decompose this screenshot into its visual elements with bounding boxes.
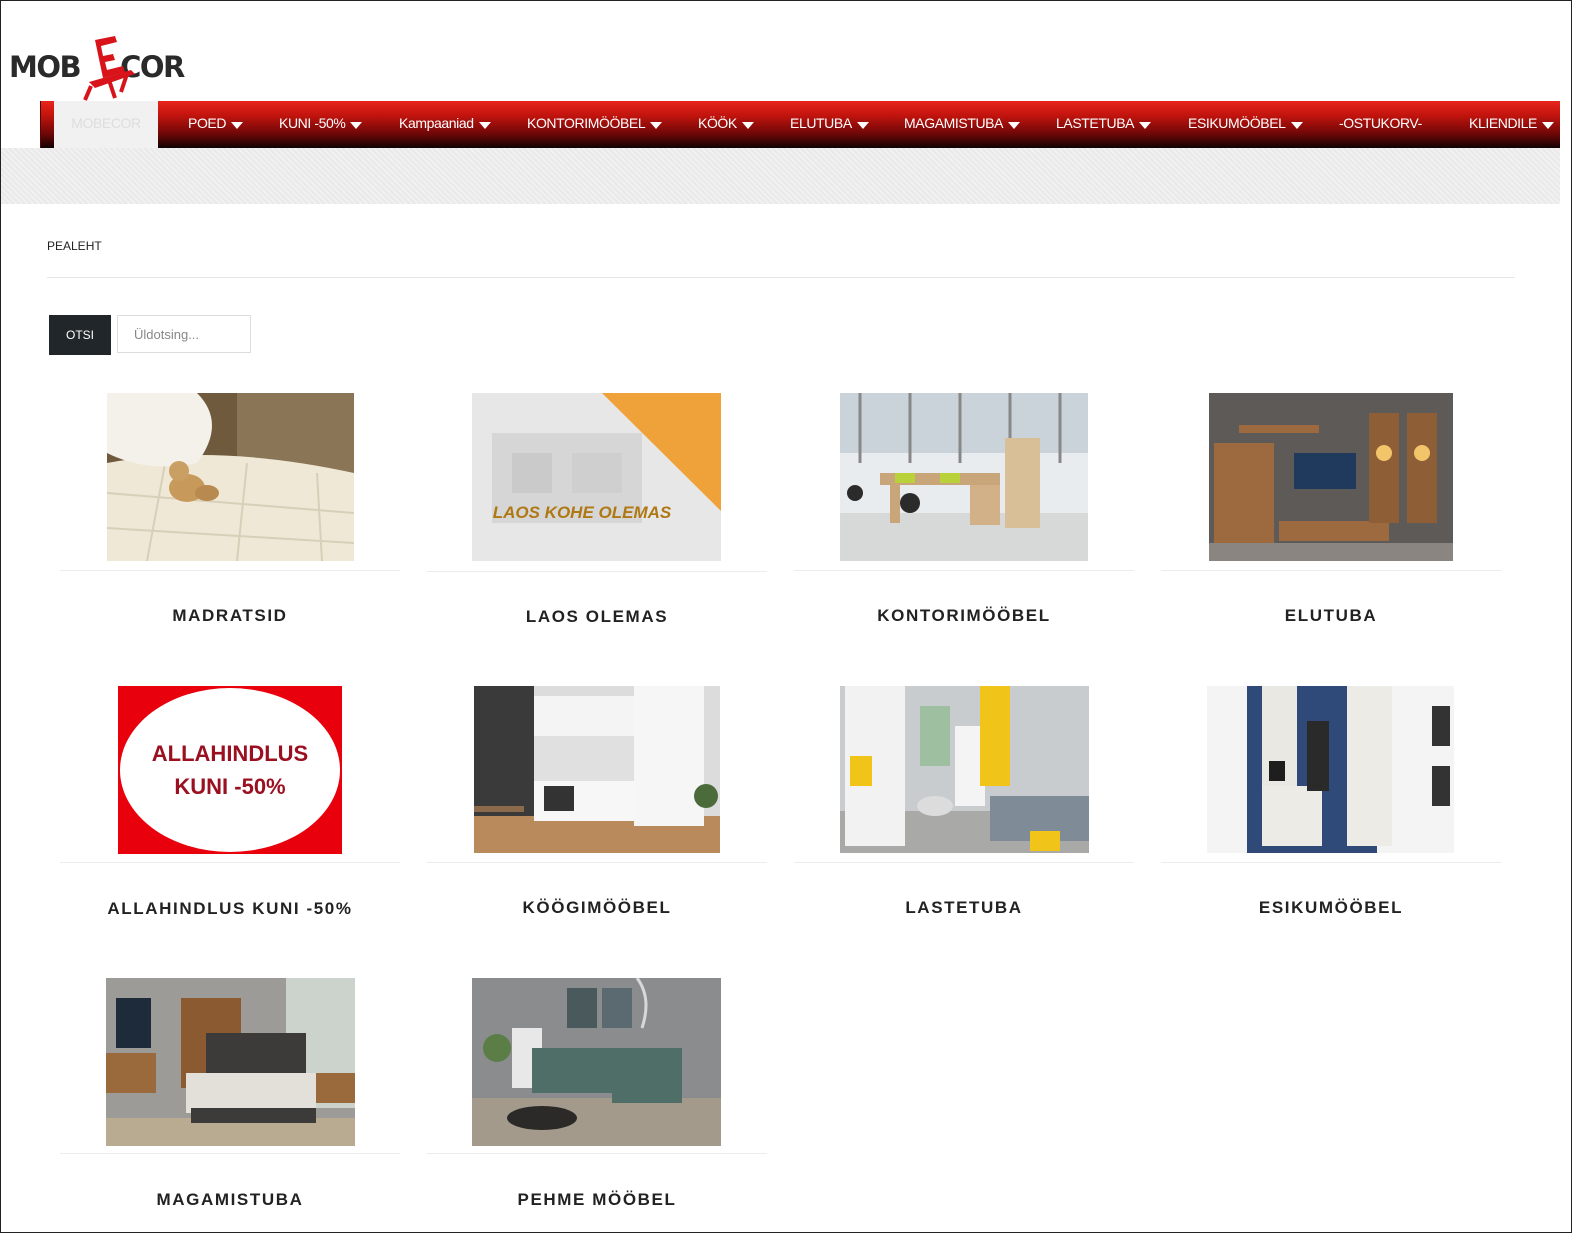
category-card-laos-olemas[interactable]: LAOS KOHE OLEMAS LAOS OLEMAS [427,393,767,653]
category-card-elutuba[interactable]: ELUTUBA [1161,393,1501,653]
category-title[interactable]: PEHME MÖÖBEL [427,1190,767,1210]
chevron-down-icon [1542,121,1554,129]
chevron-down-icon [650,121,663,129]
category-card-lastetuba[interactable]: LASTETUBA [794,686,1134,946]
card-divider [60,862,400,863]
chevron-down-icon [1139,121,1152,129]
chevron-down-icon [478,121,491,129]
sale-text-line1: ALLAHINDLUS [152,741,308,766]
search-input[interactable] [117,315,251,353]
sale-text-line2: KUNI -50% [174,774,285,799]
card-divider [60,1153,400,1154]
chevron-down-icon [856,121,869,129]
search-button[interactable]: OTSI [49,315,111,355]
nav-item-kook[interactable]: KÖÖK [698,101,754,148]
card-divider [794,862,1134,863]
chevron-down-icon [350,121,363,129]
category-title[interactable]: KONTORIMÖÖBEL [794,606,1134,626]
category-title[interactable]: KÖÖGIMÖÖBEL [427,898,767,918]
category-title[interactable]: ALLAHINDLUS KUNI -50% [60,899,400,919]
nav-item-esikumoobel[interactable]: ESIKUMÖÖBEL [1188,101,1303,148]
category-card-allahindlus[interactable]: ALLAHINDLUS KUNI -50% ALLAHINDLUS KUNI -… [60,686,400,946]
office-image[interactable] [840,393,1088,561]
main-navigation: MOBECOR POED KUNI -50% Kampaaniad KONTOR… [40,101,1560,148]
bedroom-image[interactable] [106,978,355,1146]
category-card-kontorimoobel[interactable]: KONTORIMÖÖBEL [794,393,1134,653]
banner-text: LAOS KOHE OLEMAS [493,503,672,522]
mattress-image[interactable] [107,393,354,561]
sofa-image[interactable] [472,978,721,1146]
category-card-koogimoobel[interactable]: KÖÖGIMÖÖBEL [427,686,767,946]
nav-item-kuni-50[interactable]: KUNI -50% [279,101,363,148]
nav-item-kampaaniad[interactable]: Kampaaniad [399,101,491,148]
category-card-pehme-moobel[interactable]: PEHME MÖÖBEL [427,978,767,1238]
category-title[interactable]: MAGAMISTUBA [60,1190,400,1210]
living-room-image[interactable] [1209,393,1453,561]
category-card-magamistuba[interactable]: MAGAMISTUBA [60,978,400,1238]
card-divider [794,570,1134,571]
chevron-down-icon [741,121,754,129]
nav-item-elutuba[interactable]: ELUTUBA [790,101,869,148]
nav-item-kontorimoobel[interactable]: KONTORIMÖÖBEL [527,101,663,148]
category-title[interactable]: LAOS OLEMAS [427,607,767,627]
card-divider [1161,862,1501,863]
logo-text-prefix: MOB [9,50,82,84]
category-title[interactable]: MADRATSID [60,606,400,626]
chair-logo-icon [83,36,135,101]
card-divider [1161,570,1501,571]
chevron-down-icon [231,121,244,129]
sale-banner-image[interactable]: ALLAHINDLUS KUNI -50% [118,686,342,854]
nav-item-ostukorv[interactable]: -OSTUKORV- [1339,101,1422,148]
category-card-madratsid[interactable]: MADRATSID [60,393,400,653]
chevron-down-icon [1290,121,1303,129]
divider [47,277,1515,278]
category-title[interactable]: ELUTUBA [1161,606,1501,626]
nav-item-mobecor[interactable]: MOBECOR [54,101,158,148]
card-divider [427,862,767,863]
chevron-down-icon [1008,121,1021,129]
breadcrumb[interactable]: PEALEHT [47,239,102,253]
card-divider [427,1153,767,1154]
nav-item-magamistuba[interactable]: MAGAMISTUBA [904,101,1021,148]
nav-item-lastetuba[interactable]: LASTETUBA [1056,101,1152,148]
in-stock-banner-image[interactable]: LAOS KOHE OLEMAS [472,393,721,561]
kitchen-image[interactable] [474,686,720,853]
nav-item-kliendile[interactable]: KLIENDILE [1469,101,1554,148]
hallway-image[interactable] [1207,686,1454,853]
card-divider [427,571,767,572]
category-card-esikumoobel[interactable]: ESIKUMÖÖBEL [1161,686,1501,946]
category-title[interactable]: LASTETUBA [794,898,1134,918]
kids-room-image[interactable] [840,686,1089,853]
nav-item-poed[interactable]: POED [188,101,244,148]
card-divider [60,570,400,571]
brand-logo[interactable]: MOB COR [9,36,199,102]
category-title[interactable]: ESIKUMÖÖBEL [1161,898,1501,918]
decorative-band [1,148,1560,204]
